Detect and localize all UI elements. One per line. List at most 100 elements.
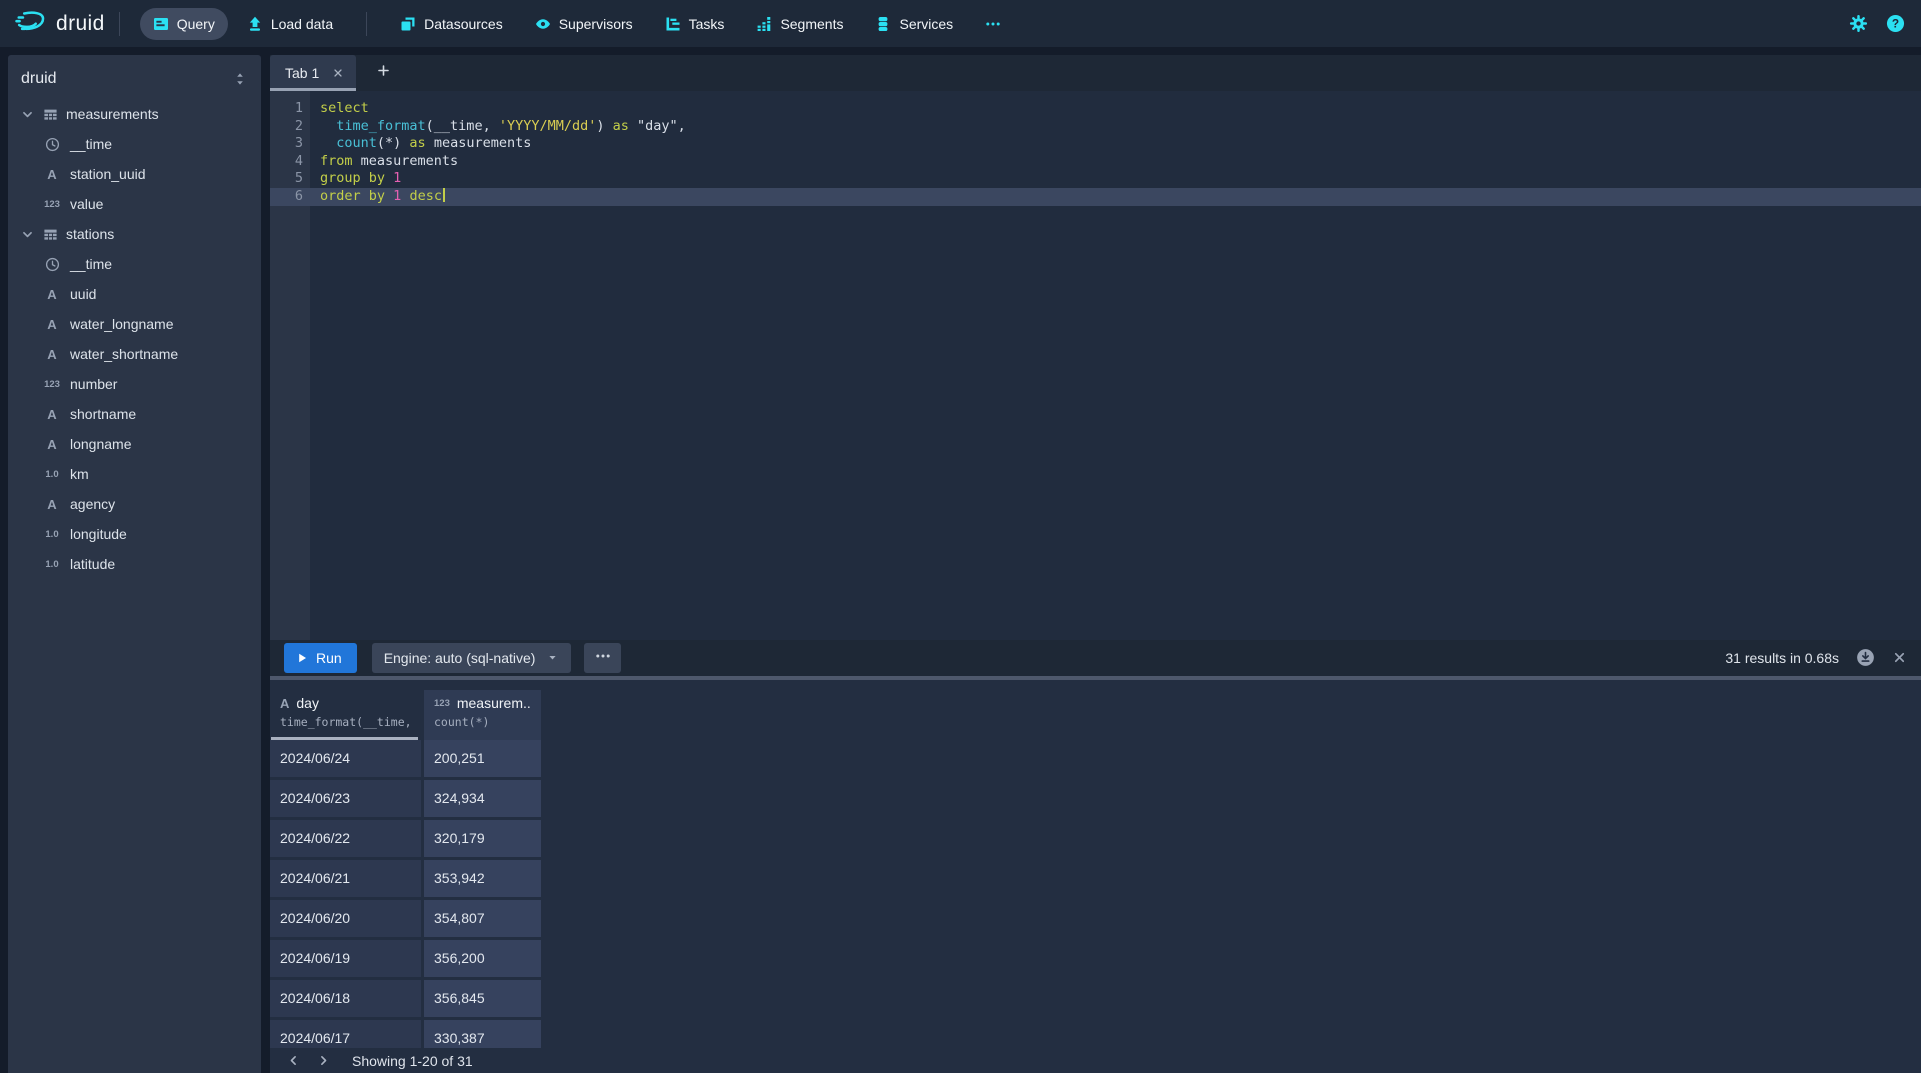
column-item-longitude[interactable]: 1.0 longitude [8,519,261,549]
cell-day[interactable]: 2024/06/21 [270,860,421,897]
close-results-button[interactable] [1892,650,1907,665]
cell-measurements[interactable]: 330,387 [424,1020,541,1048]
nav-item-query[interactable]: Query [140,8,228,40]
column-header-measurements[interactable]: 123 measurem... count(*) [424,690,541,740]
line-number: 4 [270,153,303,171]
column-type-icon: 123 [434,698,450,709]
nav-item-supervisors[interactable]: Supervisors [522,8,646,40]
prev-page-button[interactable] [278,1049,308,1073]
table-item-stations[interactable]: stations [8,219,261,249]
run-button[interactable]: Run [284,643,357,673]
nav-item-tasks[interactable]: Tasks [652,8,738,40]
help-button[interactable]: ? [1886,14,1905,33]
code-text: order by 1 desc [303,188,445,206]
column-label: longname [70,436,132,452]
code-line-5[interactable]: 5group by 1 [270,170,1921,188]
column-item-longname[interactable]: Alongname [8,429,261,459]
column-label: value [70,196,103,212]
next-page-button[interactable] [308,1049,338,1073]
query-icon [153,16,169,32]
cell-day[interactable]: 2024/06/19 [270,940,421,977]
services-icon [875,16,891,32]
code-line-4[interactable]: 4from measurements [270,153,1921,171]
tab-label: Tab 1 [285,65,319,81]
results-panel: A day time_format(__time, … 123 measurem… [270,680,1921,1048]
cell-measurements[interactable]: 356,845 [424,980,541,1017]
engine-selector-button[interactable]: Engine: auto (sql-native) [372,643,572,673]
column-expression: time_format(__time, … [280,715,411,729]
cell-measurements[interactable]: 356,200 [424,940,541,977]
double-caret-vertical-icon [233,72,247,86]
column-expression: count(*) [434,715,531,729]
code-text: select [303,100,369,118]
pagination-status: Showing 1-20 of 31 [352,1053,473,1069]
nav-item-more-menu[interactable] [972,8,1014,40]
nav-item-datasources[interactable]: Datasources [387,8,516,40]
column-label: station_uuid [70,166,146,182]
engine-selector-label: Engine: auto (sql-native) [384,650,536,666]
nav-item-services[interactable]: Services [862,8,966,40]
help-icon: ? [1886,14,1905,33]
run-more-button[interactable] [584,643,621,673]
cell-measurements[interactable]: 353,942 [424,860,541,897]
line-number: 6 [270,188,303,206]
column-item-water_longname[interactable]: Awater_longname [8,309,261,339]
column-item-number[interactable]: 123 number [8,369,261,399]
string-type-icon: A [42,497,62,512]
table-row: 2024/06/21353,942 [270,860,1921,897]
top-navbar: druid QueryLoad data DatasourcesSuperviso… [0,0,1921,47]
settings-button[interactable] [1849,14,1868,33]
cell-day[interactable]: 2024/06/22 [270,820,421,857]
table-row: 2024/06/20354,807 [270,900,1921,937]
column-item-water_shortname[interactable]: Awater_shortname [8,339,261,369]
schema-explorer-panel: druid measurements__timeAstation_uuid123… [8,55,261,1073]
code-line-6[interactable]: 6order by 1 desc [270,188,1921,206]
code-line-2[interactable]: 2 time_format(__time, 'YYYY/MM/dd') as "… [270,118,1921,136]
cell-day[interactable]: 2024/06/18 [270,980,421,1017]
cell-measurements[interactable]: 324,934 [424,780,541,817]
datasources-icon [400,16,416,32]
column-item-__time[interactable]: __time [8,129,261,159]
schema-selector[interactable]: druid [8,55,261,99]
druid-logo[interactable]: druid [14,10,105,37]
new-tab-button[interactable] [366,55,400,91]
column-item-shortname[interactable]: Ashortname [8,399,261,429]
column-item-__time[interactable]: __time [8,249,261,279]
cell-measurements[interactable]: 354,807 [424,900,541,937]
close-tab-icon[interactable] [332,67,344,79]
column-header-day[interactable]: A day time_format(__time, … [270,690,421,740]
float-type-icon: 1.0 [42,529,62,540]
nav-item-label: Services [899,16,953,32]
column-item-station_uuid[interactable]: Astation_uuid [8,159,261,189]
long-type-icon: 123 [42,199,62,210]
cell-measurements[interactable]: 200,251 [424,740,541,777]
column-item-agency[interactable]: Aagency [8,489,261,519]
cell-measurements[interactable]: 320,179 [424,820,541,857]
code-line-1[interactable]: 1select [270,100,1921,118]
nav-item-segments[interactable]: Segments [743,8,856,40]
column-item-uuid[interactable]: Auuid [8,279,261,309]
code-line-3[interactable]: 3 count(*) as measurements [270,135,1921,153]
table-item-measurements[interactable]: measurements [8,99,261,129]
cell-day[interactable]: 2024/06/20 [270,900,421,937]
table-label: measurements [66,106,159,122]
results-summary: 31 results in 0.68s [1725,650,1839,666]
float-type-icon: 1.0 [42,559,62,570]
tab-1[interactable]: Tab 1 [270,55,356,91]
cell-day[interactable]: 2024/06/23 [270,780,421,817]
table-row: 2024/06/24200,251 [270,740,1921,777]
cell-day[interactable]: 2024/06/17 [270,1020,421,1048]
string-type-icon: A [42,407,62,422]
sql-editor[interactable]: 1select2 time_format(__time, 'YYYY/MM/dd… [270,91,1921,640]
column-item-km[interactable]: 1.0km [8,459,261,489]
column-label: number [70,376,117,392]
column-label: longitude [70,526,127,542]
column-item-value[interactable]: 123 value [8,189,261,219]
column-item-latitude[interactable]: 1.0latitude [8,549,261,579]
code-text: time_format(__time, 'YYYY/MM/dd') as "da… [303,118,686,136]
download-results-button[interactable] [1856,648,1875,667]
schema-tree: measurements__timeAstation_uuid123values… [8,99,261,579]
cell-day[interactable]: 2024/06/24 [270,740,421,777]
long-type-icon: 123 [42,379,62,390]
nav-item-load-data[interactable]: Load data [234,8,346,40]
